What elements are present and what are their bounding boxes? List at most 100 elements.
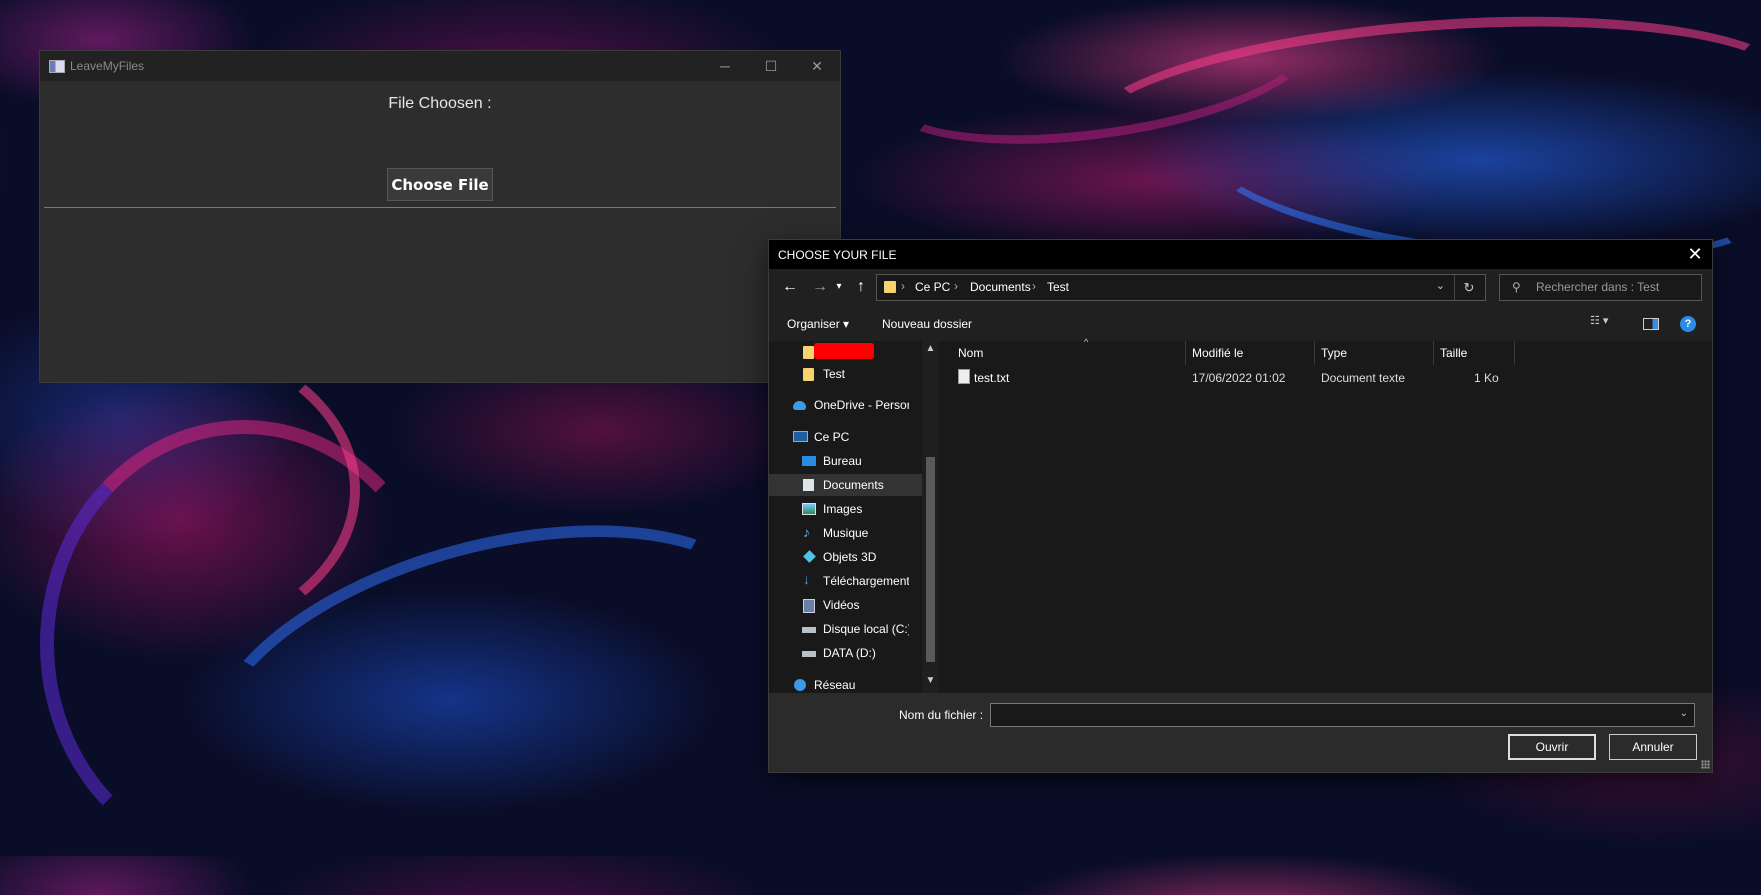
choose-file-button[interactable]: Choose File xyxy=(387,168,493,201)
file-row[interactable]: test.txt 17/06/2022 01:02 Document texte… xyxy=(952,365,1552,389)
file-type: Document texte xyxy=(1321,371,1406,385)
nav-item-videos[interactable]: Vidéos xyxy=(769,594,909,616)
nav-item-telechargements[interactable]: ↓ Téléchargements xyxy=(769,570,909,592)
documents-icon xyxy=(803,479,814,491)
nav-item-data-d[interactable]: DATA (D:) xyxy=(769,642,909,664)
redacted-label xyxy=(814,343,874,359)
computer-icon xyxy=(793,431,808,442)
music-icon: ♪ xyxy=(803,524,810,540)
maximize-button[interactable]: ☐ xyxy=(748,51,794,81)
chevron-right-icon: › xyxy=(954,279,958,293)
nav-item-images[interactable]: Images xyxy=(769,498,909,520)
dialog-close-button[interactable]: ✕ xyxy=(1680,242,1710,267)
downloads-icon: ↓ xyxy=(803,571,810,587)
chevron-right-icon: › xyxy=(901,279,905,293)
close-button[interactable]: ✕ xyxy=(794,51,840,81)
search-input[interactable] xyxy=(1536,280,1696,294)
refresh-icon[interactable]: ↻ xyxy=(1454,275,1483,300)
desktop-icon xyxy=(802,456,816,466)
minimize-button[interactable]: ─ xyxy=(702,51,748,81)
nav-item-label: Objets 3D xyxy=(823,550,877,564)
nav-item-label: Ce PC xyxy=(814,430,850,444)
navigation-pane: Test OneDrive - Person Ce PC Bureau Docu… xyxy=(769,341,922,693)
nav-item-ce-pc[interactable]: Ce PC xyxy=(769,426,909,448)
local-disk-icon xyxy=(802,627,816,633)
filename-label: Nom du fichier : xyxy=(899,708,984,722)
dialog-title: CHOOSE YOUR FILE xyxy=(778,248,897,262)
nav-item-onedrive[interactable]: OneDrive - Person xyxy=(769,394,909,416)
up-button[interactable]: ↑ xyxy=(849,275,873,299)
column-header-modifie[interactable]: Modifié le xyxy=(1186,341,1315,365)
nav-pane-scrollbar[interactable]: ▲ ▼ xyxy=(922,341,939,693)
drive-icon xyxy=(802,651,816,657)
file-list: ^ Nom Modifié le Type Taille test.txt 17… xyxy=(939,337,1712,693)
filename-input[interactable] xyxy=(995,707,1669,725)
onedrive-icon xyxy=(793,401,806,410)
view-options-button[interactable]: ☷ ▾ xyxy=(1590,314,1626,334)
nav-item-label: Réseau xyxy=(814,678,856,692)
nav-item-bureau[interactable]: Bureau xyxy=(769,450,909,472)
file-size: 1 Ko xyxy=(1474,371,1499,385)
app-icon xyxy=(49,60,65,73)
preview-pane-icon xyxy=(1643,318,1659,330)
app-title: LeaveMyFiles xyxy=(70,59,145,73)
app-titlebar[interactable]: LeaveMyFiles ─ ☐ ✕ xyxy=(40,51,840,81)
folder-icon xyxy=(803,368,814,381)
network-icon xyxy=(794,679,806,691)
3d-objects-icon xyxy=(803,550,816,563)
back-button[interactable]: ← xyxy=(778,275,802,299)
nav-item-disque-local[interactable]: Disque local (C:) xyxy=(769,618,909,640)
column-header-type[interactable]: Type xyxy=(1315,341,1434,365)
recent-locations-button[interactable]: ▾ xyxy=(831,275,847,299)
folder-icon xyxy=(884,281,896,293)
folder-icon xyxy=(803,346,814,359)
forward-button[interactable]: → xyxy=(808,275,832,299)
nav-item-label: Documents xyxy=(823,478,884,492)
open-button[interactable]: Ouvrir xyxy=(1508,734,1596,760)
search-box[interactable]: ⚲ xyxy=(1499,274,1702,301)
preview-pane-button[interactable] xyxy=(1641,314,1661,334)
organiser-button[interactable]: Organiser ▾ xyxy=(787,317,849,331)
scrollbar-thumb[interactable] xyxy=(926,457,935,662)
column-header-nom[interactable]: Nom xyxy=(952,341,1186,365)
scroll-down-icon[interactable]: ▼ xyxy=(922,675,939,686)
file-modified: 17/06/2022 01:02 xyxy=(1192,371,1286,385)
nav-item-redacted-folder[interactable] xyxy=(769,341,909,363)
nav-item-label: Téléchargements xyxy=(823,574,909,588)
chevron-down-icon[interactable]: ⌄ xyxy=(1680,708,1688,719)
chevron-right-icon: › xyxy=(1032,279,1036,293)
videos-icon xyxy=(803,599,815,613)
nav-item-label: Vidéos xyxy=(823,598,860,612)
text-file-icon xyxy=(958,369,970,384)
breadcrumb-documents[interactable]: Documents xyxy=(970,280,1031,294)
new-folder-button[interactable]: Nouveau dossier xyxy=(882,317,972,331)
dialog-titlebar[interactable]: CHOOSE YOUR FILE ✕ xyxy=(769,240,1712,269)
nav-item-test[interactable]: Test xyxy=(769,363,909,385)
nav-item-reseau[interactable]: Réseau xyxy=(769,674,909,693)
nav-item-label: Test xyxy=(823,367,846,381)
breadcrumb-test[interactable]: Test xyxy=(1047,280,1069,294)
nav-item-label: DATA (D:) xyxy=(823,646,876,660)
chevron-down-icon[interactable]: ⌄ xyxy=(1436,279,1445,292)
scroll-up-icon[interactable]: ▲ xyxy=(922,343,939,354)
nav-item-label: Images xyxy=(823,502,863,516)
search-icon: ⚲ xyxy=(1512,280,1521,294)
nav-item-label: Disque local (C:) xyxy=(823,622,909,636)
nav-item-label: Bureau xyxy=(823,454,862,468)
address-bar[interactable]: › Ce PC › Documents › Test ⌄ ↻ xyxy=(876,274,1486,301)
nav-item-label: OneDrive - Person xyxy=(814,398,909,412)
nav-item-label: Musique xyxy=(823,526,869,540)
nav-item-musique[interactable]: ♪ Musique xyxy=(769,522,909,544)
resize-grip[interactable] xyxy=(1701,760,1710,769)
pictures-icon xyxy=(802,503,816,515)
column-header-taille[interactable]: Taille xyxy=(1434,341,1515,365)
app-window: LeaveMyFiles ─ ☐ ✕ File Choosen : Choose… xyxy=(40,51,840,382)
file-choosen-label: File Choosen : xyxy=(388,95,492,112)
breadcrumb-ce-pc[interactable]: Ce PC xyxy=(915,280,950,294)
dialog-bottom-bar: Nom du fichier : ⌄ Ouvrir Annuler xyxy=(769,693,1712,772)
cancel-button[interactable]: Annuler xyxy=(1609,734,1697,760)
nav-item-documents[interactable]: Documents xyxy=(769,474,922,496)
filename-combobox[interactable]: ⌄ xyxy=(990,703,1695,727)
help-button[interactable]: ? xyxy=(1680,316,1696,332)
nav-item-objets-3d[interactable]: Objets 3D xyxy=(769,546,909,568)
